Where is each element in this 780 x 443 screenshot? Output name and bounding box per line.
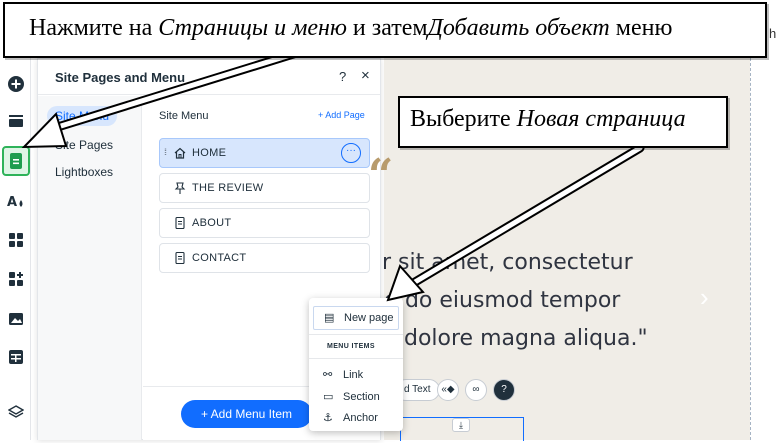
panel-nav: Site Menu Site Pages Lightboxes (38, 96, 142, 440)
callout-emphasis: Страницы и меню (158, 15, 347, 41)
close-icon[interactable]: × (361, 67, 370, 84)
link-item[interactable]: ⚯ Link (323, 368, 363, 381)
page-icon (175, 216, 185, 230)
add-page-link[interactable]: + Add Page (318, 110, 365, 120)
page-icon (175, 251, 185, 265)
add-menu-item-dropdown: ▤ New page MENU ITEMS ⚯ Link ▭ Section ⚓ Anc… (309, 298, 403, 431)
left-toolbar: A (0, 58, 31, 440)
link-icon[interactable]: ∞ (465, 379, 487, 401)
page-row-contact[interactable]: CONTACT (159, 243, 370, 273)
panel-header: Site Pages and Menu ? × (38, 59, 380, 95)
page-row-about[interactable]: ABOUT (159, 208, 370, 238)
design-icon[interactable]: A (5, 191, 27, 213)
add-menu-item-button[interactable]: + Add Menu Item (181, 400, 312, 428)
slider-next-arrow[interactable]: › (700, 282, 709, 313)
canvas-text-line[interactable]: d do eiusmod tempor (384, 288, 620, 313)
svg-text:A: A (7, 195, 17, 210)
page-row-home[interactable]: ⁞⁞ HOME ··· (159, 138, 370, 168)
callout-emphasis: Новая страница (516, 106, 686, 132)
anchor-icon: ⚓ (323, 412, 333, 424)
section-item[interactable]: ▭ Section (323, 390, 380, 403)
page-label: THE REVIEW (192, 182, 264, 194)
page-label: ABOUT (192, 217, 232, 229)
canvas-text-line[interactable]: r sit amet, consectetur (382, 250, 633, 275)
apps-icon[interactable] (5, 229, 27, 251)
anchor-label: Anchor (343, 412, 378, 424)
nav-site-menu[interactable]: Site Menu (47, 106, 118, 126)
page-row-the-review[interactable]: THE REVIEW (159, 173, 370, 203)
canvas-gutter (750, 58, 778, 440)
site-menu-title: Site Menu (159, 110, 209, 122)
link-icon: ⚯ (323, 369, 333, 381)
section-label: Section (343, 391, 380, 403)
menu-items-heading: MENU ITEMS (327, 343, 375, 350)
media-icon[interactable] (5, 308, 27, 330)
nav-lightboxes[interactable]: Lightboxes (55, 165, 113, 179)
divider (309, 334, 403, 335)
help-icon[interactable]: ? (339, 69, 346, 84)
home-icon (174, 147, 186, 159)
more-options-button[interactable]: ··· (341, 143, 361, 163)
instruction-callout: Нажмите на Страницы и меню и затемДобави… (3, 2, 767, 58)
pin-icon (174, 182, 186, 194)
select-new-page-callout: Выберите Новая страница (398, 96, 728, 148)
add-icon[interactable] (5, 73, 27, 95)
cms-icon[interactable] (5, 346, 27, 368)
pages-icon[interactable] (2, 146, 30, 176)
sections-icon[interactable] (5, 110, 27, 132)
page-label: HOME (192, 147, 227, 159)
drag-handle-icon[interactable]: ⁞⁞ (164, 147, 167, 157)
callout-text: Выберите (410, 106, 517, 132)
anchor-item[interactable]: ⚓ Anchor (323, 411, 378, 424)
link-label: Link (343, 369, 364, 381)
callout-text: и затем (346, 15, 428, 41)
help-icon[interactable]: ? (493, 379, 515, 401)
layers-icon[interactable] (5, 401, 27, 423)
callout-emphasis: Добавить объект (427, 15, 610, 41)
canvas-text-line[interactable]: dolore magna aliqua." (404, 326, 648, 351)
new-page-label: New page (344, 312, 394, 324)
add-apps-icon[interactable] (5, 268, 27, 290)
divider (309, 358, 403, 359)
new-page-item[interactable]: ▤ New page (313, 306, 399, 330)
clipped-text: h (769, 26, 777, 41)
section-icon: ▭ (323, 391, 334, 403)
quote-mark: “ (368, 150, 394, 201)
callout-text: меню (609, 15, 673, 41)
page-label: CONTACT (192, 252, 247, 264)
callout-text: Нажмите на (29, 15, 159, 41)
panel-title: Site Pages and Menu (55, 70, 186, 85)
stretch-handle-icon[interactable]: ⤓ (452, 418, 470, 432)
animation-icon[interactable]: «◆ (437, 379, 459, 401)
nav-site-pages[interactable]: Site Pages (55, 138, 113, 152)
new-page-icon: ▤ (324, 312, 335, 324)
